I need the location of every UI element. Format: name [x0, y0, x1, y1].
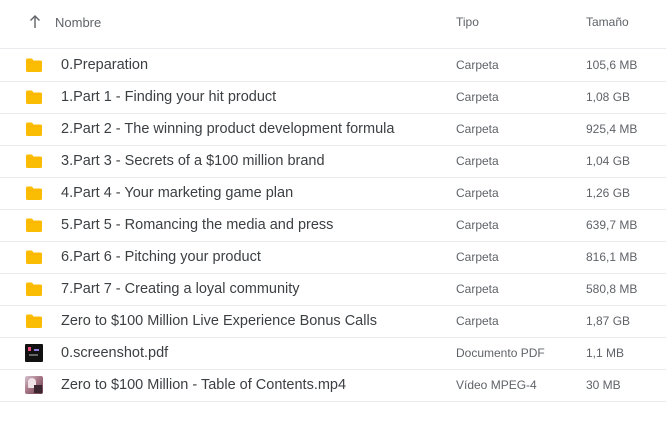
file-size: 1,87 GB — [586, 314, 631, 328]
file-row[interactable]: 1.Part 1 - Finding your hit product Carp… — [0, 82, 666, 114]
folder-icon — [26, 250, 42, 264]
file-row[interactable]: 4.Part 4 - Your marketing game plan Carp… — [0, 178, 666, 210]
file-type: Carpeta — [456, 122, 499, 136]
file-type: Carpeta — [456, 314, 499, 328]
folder-icon — [26, 122, 42, 136]
folder-icon — [26, 282, 42, 296]
file-name: Zero to $100 Million - Table of Contents… — [61, 377, 347, 393]
folder-icon — [26, 154, 42, 168]
file-size: 580,8 MB — [586, 282, 638, 296]
file-size: 1,1 MB — [586, 346, 625, 360]
file-name: 7.Part 7 - Creating a loyal community — [61, 281, 300, 297]
file-type: Carpeta — [456, 58, 499, 72]
column-header-size[interactable]: Tamaño — [586, 15, 629, 29]
file-row[interactable]: 3.Part 3 - Secrets of a $100 million bra… — [0, 146, 666, 178]
file-size: 1,04 GB — [586, 154, 631, 168]
file-name: 0.Preparation — [61, 57, 149, 73]
folder-icon — [26, 218, 42, 232]
file-row[interactable]: 7.Part 7 - Creating a loyal community Ca… — [0, 274, 666, 306]
file-type: Carpeta — [456, 250, 499, 264]
file-type: Carpeta — [456, 282, 499, 296]
column-header-row: Nombre Tipo Tamaño — [0, 0, 666, 49]
file-size: 816,1 MB — [586, 250, 638, 264]
file-type: Carpeta — [456, 186, 499, 200]
file-name: 2.Part 2 - The winning product developme… — [61, 121, 395, 137]
file-type: Vídeo MPEG-4 — [456, 378, 537, 392]
file-size: 30 MB — [586, 378, 621, 392]
file-name: 4.Part 4 - Your marketing game plan — [61, 185, 294, 201]
file-size: 1,26 GB — [586, 186, 631, 200]
file-type: Carpeta — [456, 154, 499, 168]
folder-icon — [26, 58, 42, 72]
file-size: 925,4 MB — [586, 122, 638, 136]
file-type: Carpeta — [456, 90, 499, 104]
video-thumbnail-icon — [25, 376, 43, 394]
file-row[interactable]: 0.Preparation Carpeta 105,6 MB — [0, 50, 666, 82]
file-list: Nombre Tipo Tamaño 0.Preparation Carpeta… — [0, 0, 666, 421]
folder-icon — [26, 186, 42, 200]
file-row[interactable]: 2.Part 2 - The winning product developme… — [0, 114, 666, 146]
file-size: 105,6 MB — [586, 58, 638, 72]
file-row[interactable]: 0.screenshot.pdf Documento PDF 1,1 MB — [0, 338, 666, 370]
file-row[interactable]: 6.Part 6 - Pitching your product Carpeta… — [0, 242, 666, 274]
column-header-name[interactable]: Nombre — [55, 15, 101, 30]
file-row[interactable]: Zero to $100 Million Live Experience Bon… — [0, 306, 666, 338]
file-type: Documento PDF — [456, 346, 545, 360]
file-row[interactable]: 5.Part 5 - Romancing the media and press… — [0, 210, 666, 242]
file-name: 1.Part 1 - Finding your hit product — [61, 89, 277, 105]
file-row[interactable]: Zero to $100 Million - Table of Contents… — [0, 370, 666, 402]
folder-icon — [26, 90, 42, 104]
file-size: 1,08 GB — [586, 90, 631, 104]
file-name: 6.Part 6 - Pitching your product — [61, 249, 261, 265]
file-name: 0.screenshot.pdf — [61, 345, 169, 361]
column-header-type[interactable]: Tipo — [456, 15, 479, 29]
file-name: 5.Part 5 - Romancing the media and press — [61, 217, 334, 233]
file-name: 3.Part 3 - Secrets of a $100 million bra… — [61, 153, 325, 169]
pdf-thumbnail-icon — [25, 344, 43, 362]
file-name: Zero to $100 Million Live Experience Bon… — [61, 313, 377, 329]
file-size: 639,7 MB — [586, 218, 638, 232]
file-rows: 0.Preparation Carpeta 105,6 MB 1.Part 1 … — [0, 50, 666, 402]
file-type: Carpeta — [456, 218, 499, 232]
arrow-up-icon[interactable] — [27, 13, 43, 31]
folder-icon — [26, 314, 42, 328]
